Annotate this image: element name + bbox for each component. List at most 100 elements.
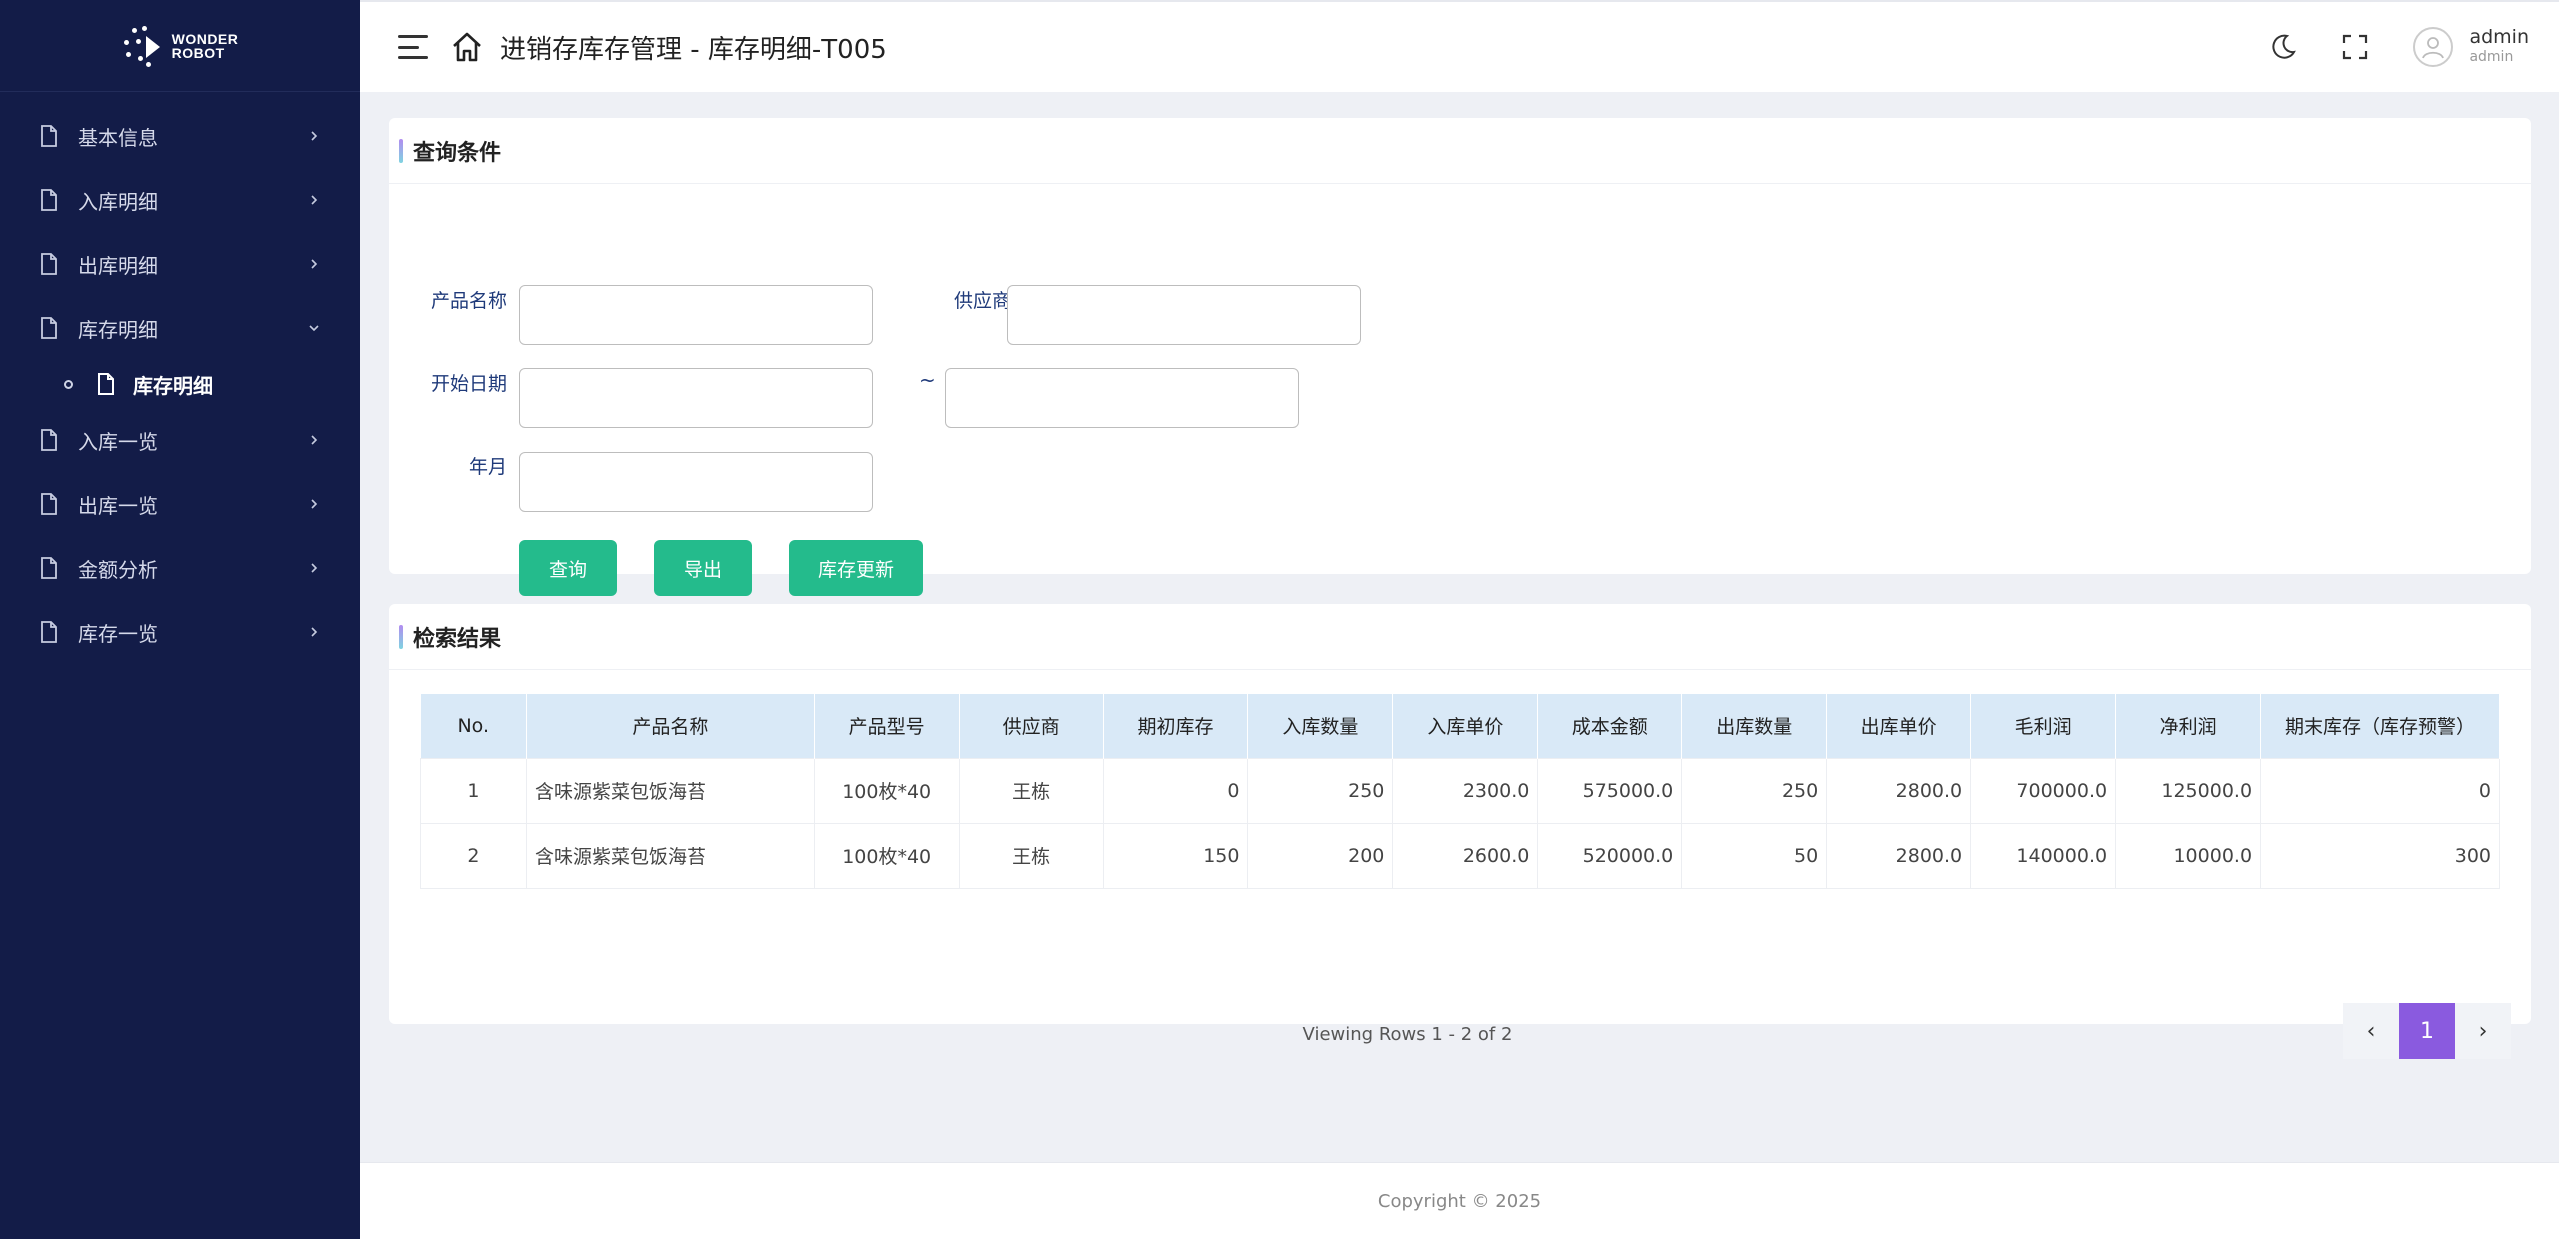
cell-gross-profit: 140000.0 (1970, 822, 2117, 889)
user-role: admin (2469, 49, 2514, 65)
fullscreen-icon[interactable] (2341, 33, 2369, 61)
query-card-header: 查询条件 (389, 118, 2531, 184)
sidebar-item-label: 出库明细 (78, 253, 158, 278)
cell-outbound-price: 2800.0 (1826, 757, 1972, 824)
col-cost-amount[interactable]: 成本金额 (1537, 694, 1683, 758)
col-product-name[interactable]: 产品名称 (526, 694, 815, 758)
col-inbound-qty[interactable]: 入库数量 (1247, 694, 1394, 758)
pagination-next-button[interactable]: › (2455, 1003, 2511, 1059)
col-inbound-price[interactable]: 入库单价 (1392, 694, 1539, 758)
logo: WONDER ROBOT (0, 0, 360, 92)
query-card: 查询条件 产品名称 供应商 开始日期 ~ 年月 查询 导出 库存更新 (389, 118, 2531, 596)
col-gross-profit[interactable]: 毛利润 (1970, 694, 2117, 758)
col-opening-stock[interactable]: 期初库存 (1103, 694, 1249, 758)
bullet-icon (64, 379, 73, 389)
col-net-profit[interactable]: 净利润 (2115, 694, 2262, 758)
cell-no: 2 (420, 822, 527, 889)
pagination: ‹ 1 › (2343, 1003, 2511, 1059)
col-closing-stock[interactable]: 期末库存（库存预警） (2260, 694, 2500, 758)
date-separator: ~ (919, 368, 936, 392)
col-model[interactable]: 产品型号 (814, 694, 960, 758)
file-icon (41, 621, 57, 643)
file-icon (41, 189, 57, 211)
product-name-label: 产品名称 (430, 290, 507, 312)
file-icon (41, 317, 57, 339)
stock-update-button[interactable]: 库存更新 (789, 540, 923, 596)
results-card-header: 检索结果 (389, 604, 2531, 670)
table-row[interactable]: 1 含味源紫菜包饭海苔 100枚*40 王栋 0 250 2300.0 5750… (420, 757, 2500, 824)
sidebar-item-label: 库存明细 (78, 317, 158, 342)
cell-inbound-price: 2600.0 (1392, 822, 1539, 889)
chevron-right-icon (311, 499, 318, 509)
sidebar-item-amount-analysis[interactable]: 金额分析 (0, 536, 360, 600)
file-icon (41, 253, 57, 275)
sidebar-item-outbound-detail[interactable]: 出库明细 (0, 232, 360, 296)
month-label: 年月 (468, 456, 507, 478)
logo-line1: WONDER (171, 30, 239, 47)
cell-cost-amount: 575000.0 (1537, 757, 1683, 824)
cell-outbound-qty: 50 (1681, 822, 1828, 889)
export-button[interactable]: 导出 (654, 540, 752, 596)
supplier-input[interactable] (1007, 285, 1361, 345)
sidebar-item-label: 入库一览 (78, 429, 158, 454)
sidebar-subitem-stock-detail[interactable]: 库存明细 (0, 360, 360, 408)
file-icon (41, 125, 57, 147)
chevron-right-icon (311, 259, 318, 269)
start-date-label: 开始日期 (430, 373, 507, 395)
chevron-right-icon (311, 435, 318, 445)
sidebar-item-stock-overview[interactable]: 库存一览 (0, 600, 360, 664)
results-card-title: 检索结果 (413, 626, 502, 652)
col-supplier[interactable]: 供应商 (959, 694, 1104, 758)
col-outbound-qty[interactable]: 出库数量 (1681, 694, 1828, 758)
sidebar: WONDER ROBOT 基本信息 入库明细 出库明细 库存明细 库存明细 入库… (0, 0, 360, 1239)
col-outbound-price[interactable]: 出库单价 (1826, 694, 1972, 758)
moon-icon[interactable] (2269, 33, 2297, 61)
cell-gross-profit: 700000.0 (1970, 757, 2117, 824)
sidebar-item-basic-info[interactable]: 基本信息 (0, 104, 360, 168)
sidebar-item-label: 出库一览 (78, 493, 158, 518)
results-table: No. 产品名称 产品型号 供应商 期初库存 入库数量 入库单价 成本金额 出库… (420, 694, 2500, 889)
file-icon (41, 493, 57, 515)
cell-supplier: 王栋 (958, 757, 1104, 824)
sidebar-subitem-label: 库存明细 (133, 373, 213, 398)
search-button[interactable]: 查询 (519, 540, 617, 596)
page-title: 进销存库存管理 - 库存明细-T005 (500, 34, 887, 65)
logo-icon (122, 25, 162, 67)
accent-bar (399, 624, 403, 649)
copyright-text: Copyright © 2025 (1377, 1190, 1542, 1212)
results-table-wrap: No. 产品名称 产品型号 供应商 期初库存 入库数量 入库单价 成本金额 出库… (420, 694, 2511, 1059)
cell-outbound-qty: 250 (1681, 757, 1828, 824)
supplier-label: 供应商 (953, 290, 1011, 312)
accent-bar (399, 138, 403, 163)
pagination-prev-button[interactable]: ‹ (2343, 1003, 2399, 1059)
end-date-input[interactable] (945, 368, 1299, 428)
sidebar-item-outbound-overview[interactable]: 出库一览 (0, 472, 360, 536)
sidebar-item-inbound-detail[interactable]: 入库明细 (0, 168, 360, 232)
cell-closing-stock: 0 (2260, 757, 2500, 824)
file-icon (98, 373, 114, 395)
query-card-title: 查询条件 (413, 140, 502, 166)
cell-model: 100枚*40 (813, 822, 960, 889)
cell-opening-stock: 0 (1102, 757, 1249, 824)
file-icon (41, 557, 57, 579)
file-icon (41, 429, 57, 451)
sidebar-item-inbound-overview[interactable]: 入库一览 (0, 408, 360, 472)
month-input[interactable] (519, 452, 873, 512)
hamburger-menu-icon[interactable] (398, 35, 428, 59)
pagination-page-1[interactable]: 1 (2399, 1003, 2455, 1059)
col-no[interactable]: No. (420, 694, 527, 758)
cell-closing-stock: 300 (2260, 822, 2500, 889)
product-name-input[interactable] (519, 285, 873, 345)
user-info[interactable]: admin admin (2469, 27, 2529, 67)
home-icon[interactable] (450, 30, 484, 64)
cell-supplier: 王栋 (958, 822, 1104, 889)
avatar[interactable] (2413, 27, 2454, 67)
chevron-down-icon (309, 325, 319, 332)
sidebar-menu: 基本信息 入库明细 出库明细 库存明细 库存明细 入库一览 出库一览 金额分析 … (0, 92, 360, 664)
cell-opening-stock: 150 (1102, 822, 1249, 889)
chevron-right-icon (311, 627, 318, 637)
sidebar-item-stock-detail[interactable]: 库存明细 (0, 296, 360, 360)
sidebar-item-label: 库存一览 (78, 621, 158, 646)
table-row[interactable]: 2 含味源紫菜包饭海苔 100枚*40 王栋 150 200 2600.0 52… (420, 822, 2500, 889)
start-date-input[interactable] (519, 368, 873, 428)
